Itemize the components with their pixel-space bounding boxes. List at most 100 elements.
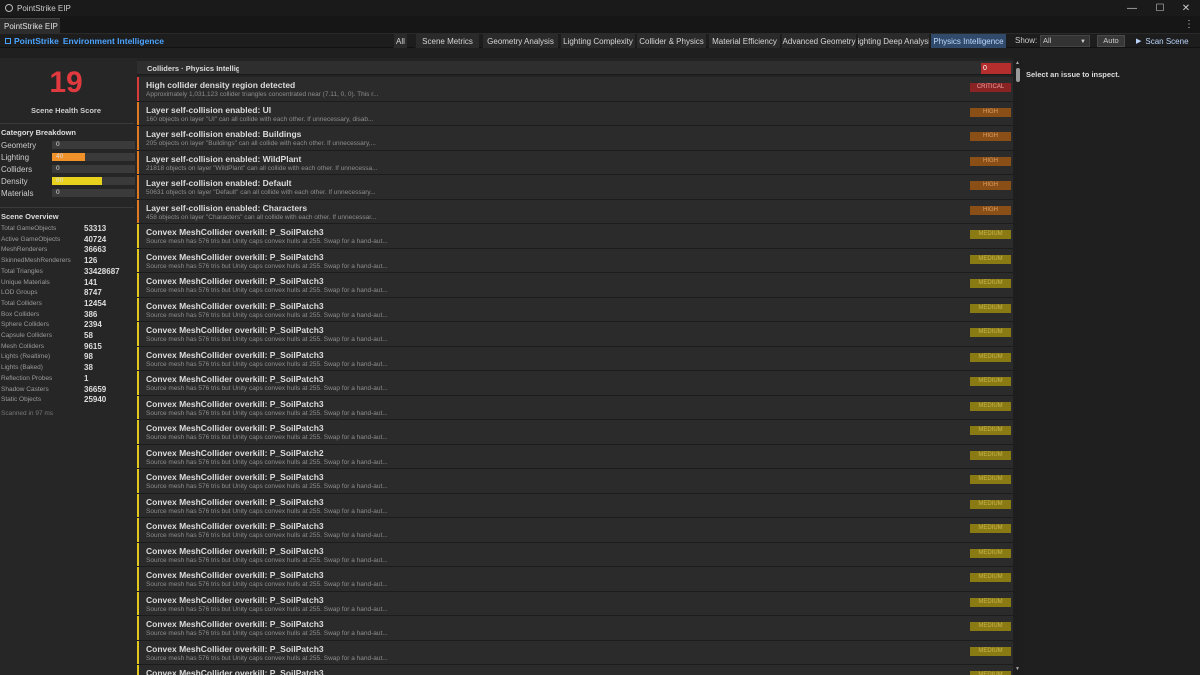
show-filter-label: Show: — [1015, 36, 1038, 45]
overview-value: 36659 — [84, 384, 107, 394]
issue-list-header: Colliders · Physics Intelligence 0 — [137, 61, 1013, 75]
severity-strip — [137, 346, 139, 370]
issue-title: Convex MeshCollider overkill: P_SoilPatc… — [146, 349, 324, 360]
issue-list-scrollbar[interactable]: ▲ ▼ — [1013, 58, 1023, 675]
nav-tab-all[interactable]: All — [393, 34, 407, 48]
issue-title: Convex MeshCollider overkill: P_SoilPatc… — [146, 496, 324, 507]
overview-value: 386 — [84, 309, 98, 319]
severity-badge: HIGH — [970, 205, 1011, 215]
overview-key: Lights (Realtime) — [1, 353, 51, 361]
category-bar: 40 — [52, 153, 135, 161]
nav-tab-advanced-geometry[interactable]: Advanced Geometry — [781, 34, 856, 48]
severity-strip — [137, 640, 139, 664]
severity-strip — [137, 371, 139, 395]
severity-strip — [137, 199, 139, 223]
issue-row[interactable]: Convex MeshCollider overkill: P_SoilPatc… — [137, 616, 1013, 641]
nav-tab-collider-physics[interactable]: Collider & Physics — [636, 34, 706, 48]
issue-description: Source mesh has 576 tris but Unity caps … — [146, 360, 388, 368]
nav-tab-scene-metrics[interactable]: Scene Metrics — [415, 34, 479, 48]
close-icon[interactable]: ✕ — [1172, 0, 1200, 16]
category-bar: 0 — [52, 189, 135, 197]
nav-tab-material-efficiency[interactable]: Material Efficiency — [708, 34, 780, 48]
scroll-up-icon[interactable]: ▲ — [1015, 60, 1020, 66]
issue-row[interactable]: Convex MeshCollider overkill: P_SoilPatc… — [137, 346, 1013, 371]
nav-tab-physics-intelligence[interactable]: Physics Intelligence — [930, 34, 1006, 48]
issue-row[interactable]: Convex MeshCollider overkill: P_SoilPatc… — [137, 640, 1013, 665]
brand-name: PointStrike — [14, 36, 59, 46]
scroll-down-icon[interactable]: ▼ — [1015, 666, 1020, 672]
scan-time: Scanned in 97 ms — [1, 410, 54, 417]
overview-key: Total Triangles — [1, 267, 43, 275]
severity-badge: MEDIUM — [970, 622, 1011, 631]
brand: PointStrike Environment Intelligence — [5, 36, 164, 46]
severity-badge: MEDIUM — [970, 279, 1011, 288]
overview-key: Mesh Colliders — [1, 342, 44, 350]
kebab-menu-icon[interactable]: ⋮ — [1184, 19, 1194, 30]
overview-row: Total GameObjects 53313 — [1, 224, 135, 234]
issue-row[interactable]: Layer self-collision enabled: WildPlant … — [137, 150, 1013, 175]
issue-row[interactable]: Convex MeshCollider overkill: P_SoilPatc… — [137, 273, 1013, 298]
issue-row[interactable]: Convex MeshCollider overkill: P_SoilPatc… — [137, 297, 1013, 322]
nav-tab-lighting-deep-analysis[interactable]: Lighting Deep Analysis — [857, 34, 929, 48]
category-label: Geometry — [1, 141, 37, 150]
issue-row[interactable]: Convex MeshCollider overkill: P_SoilPatc… — [137, 371, 1013, 396]
category-breakdown-title: Category Breakdown — [1, 128, 77, 137]
category-row: Geometry 0 — [1, 140, 135, 150]
severity-badge: MEDIUM — [970, 254, 1011, 264]
issue-row[interactable]: Convex MeshCollider overkill: P_SoilPatc… — [137, 248, 1013, 273]
issue-row[interactable]: Convex MeshCollider overkill: P_SoilPatc… — [137, 665, 1013, 675]
window-tab[interactable]: PointStrike EIP — [0, 18, 60, 34]
issue-title: Convex MeshCollider overkill: P_SoilPatc… — [146, 594, 324, 605]
issue-description: Source mesh has 576 tris but Unity caps … — [146, 262, 388, 270]
issue-row[interactable]: High collider density region detected Ap… — [137, 77, 1013, 102]
overview-key: Box Colliders — [1, 310, 40, 318]
severity-badge: MEDIUM — [970, 450, 1011, 460]
category-value: 0 — [56, 141, 60, 148]
issue-description: Source mesh has 576 tris but Unity caps … — [146, 483, 388, 490]
issue-row[interactable]: Layer self-collision enabled: UI 160 obj… — [137, 101, 1013, 126]
show-filter-select[interactable]: All ▼ — [1040, 35, 1090, 47]
maximize-icon[interactable]: ☐ — [1146, 0, 1174, 16]
severity-badge: MEDIUM — [970, 671, 1011, 675]
issue-description: Source mesh has 576 tris but Unity caps … — [146, 630, 388, 637]
issue-row[interactable]: Convex MeshCollider overkill: P_SoilPatc… — [137, 591, 1013, 616]
issue-row[interactable]: Convex MeshCollider overkill: P_SoilPatc… — [137, 567, 1013, 592]
issue-description: Source mesh has 576 tris but Unity caps … — [146, 238, 388, 245]
category-row: Materials 0 — [1, 188, 135, 198]
issue-row[interactable]: Convex MeshCollider overkill: P_SoilPatc… — [137, 518, 1013, 543]
issue-row[interactable]: Layer self-collision enabled: Characters… — [137, 199, 1013, 224]
issue-row[interactable]: Convex MeshCollider overkill: P_SoilPatc… — [137, 395, 1013, 420]
scrollbar-thumb[interactable] — [1016, 68, 1020, 82]
nav-tab-geometry-analysis[interactable]: Geometry Analysis — [482, 34, 558, 48]
auto-button[interactable]: Auto — [1097, 35, 1125, 47]
issue-description: Source mesh has 576 tris but Unity caps … — [146, 311, 388, 319]
left-panel: 19 Scene Health Score Category Breakdown… — [0, 58, 137, 675]
category-value: 60 — [56, 177, 64, 184]
scene-overview-title: Scene Overview — [1, 212, 59, 221]
severity-strip — [137, 101, 139, 125]
minimize-icon[interactable]: — — [1118, 0, 1146, 16]
issue-title: Convex MeshCollider overkill: P_SoilPatc… — [146, 251, 324, 262]
severity-strip — [137, 273, 139, 297]
toolbar: PointStrike Environment Intelligence All… — [0, 34, 1200, 48]
severity-badge: MEDIUM — [970, 573, 1011, 582]
issue-row[interactable]: Convex MeshCollider overkill: P_SoilPatc… — [137, 444, 1013, 469]
issue-row[interactable]: Convex MeshCollider overkill: P_SoilPatc… — [137, 542, 1013, 567]
issue-row[interactable]: Convex MeshCollider overkill: P_SoilPatc… — [137, 322, 1013, 347]
severity-badge: HIGH — [970, 156, 1011, 166]
issue-row[interactable]: Convex MeshCollider overkill: P_SoilPatc… — [137, 469, 1013, 494]
issue-count-badge: 0 — [981, 63, 1011, 74]
severity-strip — [137, 567, 139, 591]
window-title: PointStrike EIP — [17, 3, 71, 13]
issue-title: Convex MeshCollider overkill: P_SoilPatc… — [146, 300, 324, 311]
issue-row[interactable]: Layer self-collision enabled: Buildings … — [137, 126, 1013, 151]
overview-key: Lights (Baked) — [1, 364, 43, 372]
scan-scene-button[interactable]: ▶ Scan Scene — [1130, 34, 1198, 48]
issue-list: High collider density region detected Ap… — [137, 77, 1013, 675]
nav-tab-lighting-complexity[interactable]: Lighting Complexity — [560, 34, 635, 48]
issue-row[interactable]: Layer self-collision enabled: Default 50… — [137, 175, 1013, 200]
issue-row[interactable]: Convex MeshCollider overkill: P_SoilPatc… — [137, 224, 1013, 249]
issue-row[interactable]: Convex MeshCollider overkill: P_SoilPatc… — [137, 420, 1013, 445]
issue-description: 50631 objects on layer "Default" can all… — [146, 189, 376, 196]
issue-row[interactable]: Convex MeshCollider overkill: P_SoilPatc… — [137, 493, 1013, 518]
